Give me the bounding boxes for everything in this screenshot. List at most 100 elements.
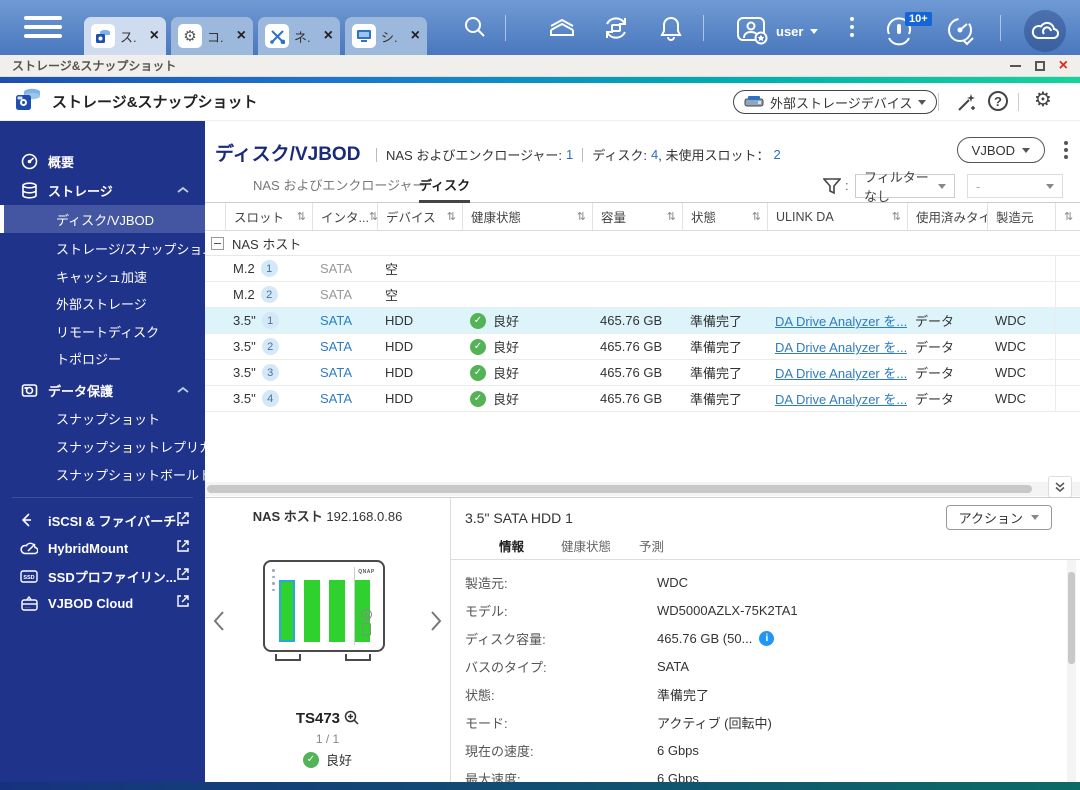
sidebar-item-topology[interactable]: トポロジー [0,344,205,372]
col-used-type[interactable]: 使用済みタイ... [907,203,987,230]
tab-close-icon[interactable]: × [237,28,246,44]
main-menu-icon[interactable] [24,16,62,43]
action-button[interactable]: アクション [945,505,1052,530]
nas-enclosure-image[interactable]: QNAP [263,560,385,652]
sidebar-item-overview[interactable]: 概要 [0,147,205,175]
external-storage-device-button[interactable]: 外部ストレージデバイス [733,90,938,114]
drive-bay-3[interactable] [329,580,345,642]
sidebar-link-vjbod-cloud[interactable]: VJBOD Cloud [0,589,205,617]
tab-network[interactable]: ネ. × [258,17,340,55]
da-drive-analyzer-link[interactable]: DA Drive Analyzer を... [775,337,907,356]
taskbar-separator [703,15,704,41]
table-row-selected[interactable]: 3.5"1 SATA HDD 良好 465.76 GB 準備完了 DA Driv… [205,308,1080,334]
table-row[interactable]: M.2 1 SATA 空 [205,256,1080,282]
tab-control-panel[interactable]: ⚙ コ. × [171,17,253,55]
user-menu[interactable]: user [735,16,819,46]
tab-info[interactable]: 情報 [499,536,524,555]
info-icon[interactable] [759,630,775,646]
help-icon[interactable]: ? [988,91,1008,111]
notifications-bell-icon[interactable] [658,14,684,47]
app-header: ストレージ&スナップショット 外部ストレージデバイス ? [0,83,1080,121]
horizontal-scrollbar[interactable] [205,482,1080,496]
col-interface[interactable]: インタ... [312,203,377,230]
filter-select[interactable]: フィルターなし [855,170,955,204]
table-row[interactable]: 3.5"4 SATA HDD 良好 465.76 GB 準備完了 DA Driv… [205,386,1080,412]
zoom-in-icon[interactable] [344,710,359,725]
sidebar-item-storage-snapshots[interactable]: ストレージ/スナップショ... [0,234,213,262]
sidebar-item-snapshot-vault[interactable]: スナップショットボールト [0,460,212,488]
health-good-icon [470,312,486,329]
sidebar-item-snapshot[interactable]: スナップショット [0,404,205,432]
firmware-update-icon[interactable] [602,14,630,47]
tab-storage-snapshots[interactable]: ス. × [84,17,166,55]
tab-close-icon[interactable]: × [150,28,159,44]
main-content: ディスク/VJBOD NAS およびエンクロージャー: 1 ディスク: 4 , 未使… [205,121,1080,790]
carousel-prev-icon[interactable] [213,610,225,637]
myqnapcloud-icon[interactable] [1024,10,1066,52]
table-row[interactable]: M.2 2 SATA 空 [205,282,1080,308]
health-good-icon [302,751,319,768]
drive-bay-1-selected[interactable] [279,580,295,642]
da-drive-analyzer-link[interactable]: DA Drive Analyzer を... [775,389,907,408]
col-slot[interactable]: スロット [225,203,312,230]
drive-bay-2[interactable] [304,580,320,642]
sidebar-link-iscsi-fc[interactable]: iSCSI & ファイバーチ.. [0,506,205,534]
sidebar-item-external-storage[interactable]: 外部ストレージ [0,289,205,317]
wizard-wand-icon[interactable] [955,92,977,119]
da-drive-analyzer-link[interactable]: DA Drive Analyzer を... [775,311,907,330]
sidebar-item-remote-disk[interactable]: リモートディスク [0,317,205,345]
field-status: 状態: 準備完了 [465,687,710,703]
sidebar-link-ssd-profiling[interactable]: SSD SSDプロファイリン... [0,562,205,590]
scrollbar-thumb[interactable] [1068,572,1075,664]
dashboard-gauge-icon[interactable] [944,14,976,51]
collapse-group-icon[interactable] [211,236,224,250]
col-ulink[interactable]: ULINK DA [767,203,907,230]
search-icon[interactable] [462,14,488,45]
field-model: モデル: WD5000AZLX-75K2TA1 [465,602,798,619]
sidebar-item-snapshot-replica[interactable]: スナップショットレプリカ [0,432,212,460]
nas-health: 良好 [205,750,450,769]
da-drive-analyzer-link[interactable]: DA Drive Analyzer を... [775,363,907,382]
sidebar-section-data-protection[interactable]: データ保護 [0,376,205,404]
collapse-panel-button[interactable] [1048,476,1072,498]
sidebar-section-storage[interactable]: ストレージ [0,176,205,204]
tab-label: ネ. [294,29,311,45]
tab-close-icon[interactable]: × [324,28,333,44]
col-vendor[interactable]: 製造元 [987,203,1055,230]
sidebar-item-cache-acceleration[interactable]: キャッシュ加速 [0,262,205,290]
settings-gear-icon[interactable] [1034,90,1052,110]
vertical-scrollbar[interactable] [1067,560,1076,788]
table-row[interactable]: 3.5"2 SATA HDD 良好 465.76 GB 準備完了 DA Driv… [205,334,1080,360]
group-row-nas-host[interactable]: NAS ホスト [205,231,1080,256]
filter-funnel-icon[interactable] [822,177,842,200]
network-icon [265,24,289,48]
notification-count-badge: 10+ [905,12,932,26]
tab-system[interactable]: シ. × [345,17,427,55]
maximize-button[interactable] [1034,60,1045,71]
sidebar-link-hybridmount[interactable]: HybridMount [0,534,205,562]
slot-number-badge: 2 [261,338,279,355]
sidebar-item-disks-vjbod[interactable]: ディスク/VJBOD [0,205,205,233]
col-capacity[interactable]: 容量 [592,203,682,230]
field-bus-type: バスのタイプ: SATA [465,658,690,675]
tab-nas-enclosure[interactable]: NAS およびエンクロージャー [253,171,425,203]
minimize-button[interactable] [1009,64,1021,67]
tab-label: コ. [207,29,224,45]
background-tasks-icon[interactable] [548,14,576,45]
carousel-next-icon[interactable] [430,610,442,637]
col-health[interactable]: 健康状態 [462,203,592,230]
vjbod-button[interactable]: VJBOD [956,137,1045,163]
page-more-icon[interactable] [1064,141,1068,162]
filter-secondary-select[interactable]: - [967,174,1063,198]
table-row[interactable]: 3.5"3 SATA HDD 良好 465.76 GB 準備完了 DA Driv… [205,360,1080,386]
tab-prediction[interactable]: 予測 [639,536,664,555]
col-status[interactable]: 状態 [682,203,767,230]
close-button[interactable] [1059,58,1068,74]
field-vendor: 製造元: WDC [465,574,689,591]
tab-health[interactable]: 健康状態 [561,536,611,555]
col-device[interactable]: デバイス [377,203,462,230]
scrollbar-thumb[interactable] [207,485,1032,493]
tab-disks[interactable]: ディスク [419,171,471,203]
tab-close-icon[interactable]: × [411,28,420,44]
more-options-icon[interactable] [850,17,854,41]
